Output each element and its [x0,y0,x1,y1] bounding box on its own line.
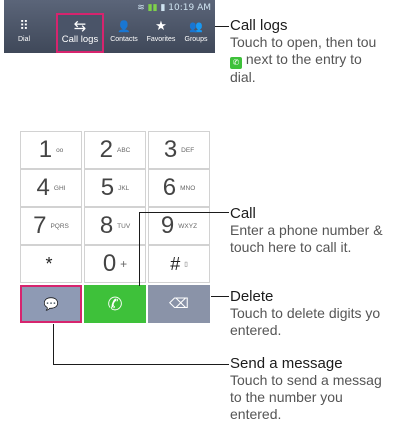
key-letters: JKL [118,184,130,192]
callout-text: to the number you [230,389,343,405]
groups-icon: 👥 [189,20,203,33]
tab-dial-label: Dial [17,36,31,43]
phone-icon: ✆ [230,57,242,69]
status-time: 10:19 AM [168,3,211,13]
key-letters: GHI [53,184,66,192]
key-letters: DEF [181,146,195,154]
key-5[interactable]: 5 JKL [84,169,146,207]
phone-tab-bar: ≋ ▮▮ ▮ 10:19 AM ⠿ Dial ⇆ Call logs 👤 Con… [4,0,215,53]
key-0[interactable]: 0 + [84,245,146,283]
status-bar: ≋ ▮▮ ▮ 10:19 AM [137,3,211,13]
tab-call-logs[interactable]: ⇆ Call logs [56,13,104,53]
send-message-button[interactable]: 💬 [20,285,82,323]
key-6[interactable]: 6 MNO [148,169,210,207]
callout-title: Delete [230,288,274,305]
key-letters: WXYZ [178,222,198,230]
tab-groups-label: Groups [184,36,208,43]
call-logs-icon: ⇆ [73,17,87,35]
callout-text-with-icon: ✆ next to the entry to [230,51,376,69]
callout-text: Enter a phone number & [230,222,383,238]
callout-text: Touch to delete digits yo [230,305,381,321]
callout-line-call-logs [215,26,229,27]
key-hash[interactable]: # ▯ [148,245,210,283]
key-4[interactable]: 4 GHI [20,169,82,207]
key-digit: 5 [100,174,115,201]
callout-title: Call logs [230,17,288,34]
key-digit: 1 [38,136,53,163]
key-digit: 2 [99,136,113,163]
grid-icon: ⠿ [19,19,29,34]
signal-icon: ▮▮ [147,3,158,13]
contacts-icon: 👤 [117,20,131,33]
vibrate-icon: ▯ [184,261,188,268]
callout-line-send-vertical [53,324,54,364]
tab-call-logs-label: Call logs [61,34,99,45]
tab-contacts-label: Contacts [110,36,138,43]
battery-icon: ▮ [160,3,166,13]
key-digit: 3 [163,136,178,163]
key-digit: 6 [162,174,177,201]
callout-call-logs: Call logs Touch to open, then tou ✆ next… [230,17,376,86]
tab-contacts[interactable]: 👤 Contacts [104,16,144,52]
callout-text: touch here to call it. [230,239,352,255]
call-button[interactable]: ✆ [84,285,146,323]
key-letters: ABC [116,146,131,154]
callout-send-message: Send a message Touch to send a messag to… [230,355,382,423]
key-1[interactable]: 1 oo [20,131,82,169]
delete-button[interactable]: ⌫ [148,285,210,323]
wifi-icon: ≋ [137,3,145,13]
key-8[interactable]: 8 TUV [84,207,146,245]
key-letters: TUV [117,222,131,230]
message-icon: 💬 [43,297,59,311]
tab-groups[interactable]: 👥 Groups [176,16,216,52]
callout-line-call-vertical [139,212,140,286]
dialpad: 1 oo 2 ABC 3 DEF 4 GHI 5 JKL 6 MNO 7 PQRS 8 TUV … [20,131,211,324]
tab-favorites-label: Favorites [146,36,176,43]
key-2[interactable]: 2 ABC [84,131,146,169]
callout-text: entered. [230,322,282,338]
callout-text: Touch to open, then tou [230,34,377,50]
key-3[interactable]: 3 DEF [148,131,210,169]
callout-line-call [139,212,229,213]
callout-text: Touch to send a messag [230,372,382,388]
key-digit: 0 [102,250,117,277]
star-icon: ★ [155,19,167,34]
callout-title: Call [230,205,256,222]
key-digit: 4 [36,174,50,201]
callout-delete: Delete Touch to delete digits yo entered… [230,288,380,339]
key-star[interactable]: * [20,245,82,283]
callout-title: Send a message [230,355,343,372]
key-digit: 9 [160,212,175,239]
callout-line-delete [211,296,229,297]
callout-line-send [53,364,229,365]
phone-icon: ✆ [107,293,123,315]
callout-call: Call Enter a phone number & touch here t… [230,205,383,256]
key-7[interactable]: 7 PQRS [20,207,82,245]
callout-text: next to the entry to [242,51,362,67]
callout-text: entered. [230,406,282,422]
key-digit: 8 [99,212,114,239]
key-plus: + [120,257,128,271]
callout-text: dial. [230,69,256,85]
key-letters: PQRS [50,222,69,230]
key-letters: MNO [180,184,196,192]
key-digit: * [45,253,53,274]
key-digit: # [170,253,181,274]
backspace-icon: ⌫ [169,296,189,312]
key-digit: 7 [33,212,47,239]
voicemail-icon: oo [56,146,64,154]
tab-dial[interactable]: ⠿ Dial [4,16,44,52]
tab-favorites[interactable]: ★ Favorites [141,16,181,52]
